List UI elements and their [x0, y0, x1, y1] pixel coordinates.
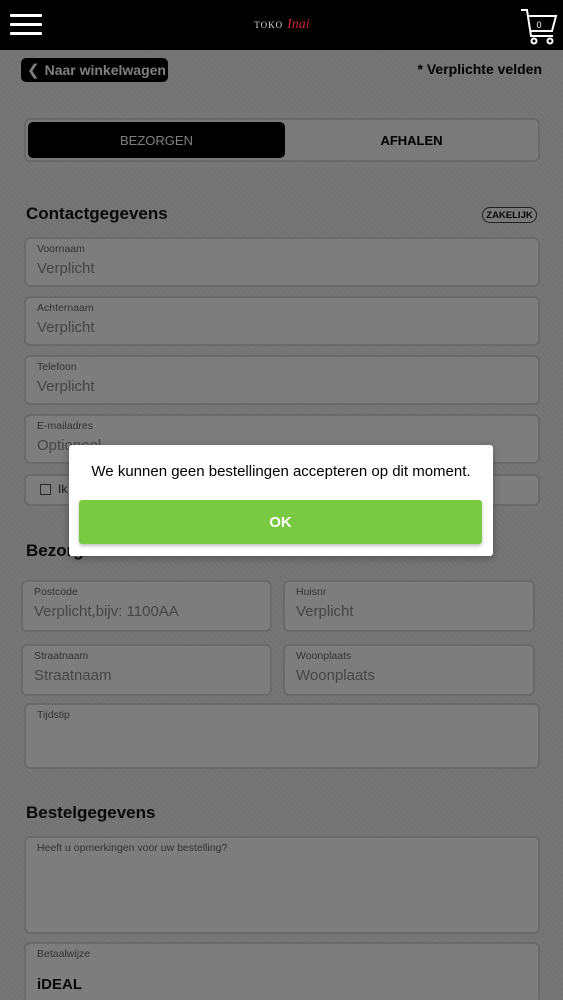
cart-count-badge: 0 — [536, 20, 542, 30]
dialog-message: We kunnen geen bestellingen accepteren o… — [91, 463, 471, 480]
brand-logo[interactable]: TOKO Inai — [250, 14, 314, 36]
logo-text: TOKO — [254, 20, 284, 30]
cart-icon[interactable]: 0 — [519, 6, 559, 46]
ok-button[interactable]: OK — [79, 500, 482, 544]
alert-dialog: We kunnen geen bestellingen accepteren o… — [69, 445, 493, 556]
top-bar: TOKO Inai 0 — [0, 0, 563, 50]
menu-icon[interactable] — [10, 14, 42, 36]
logo-script: Inai — [287, 17, 310, 32]
